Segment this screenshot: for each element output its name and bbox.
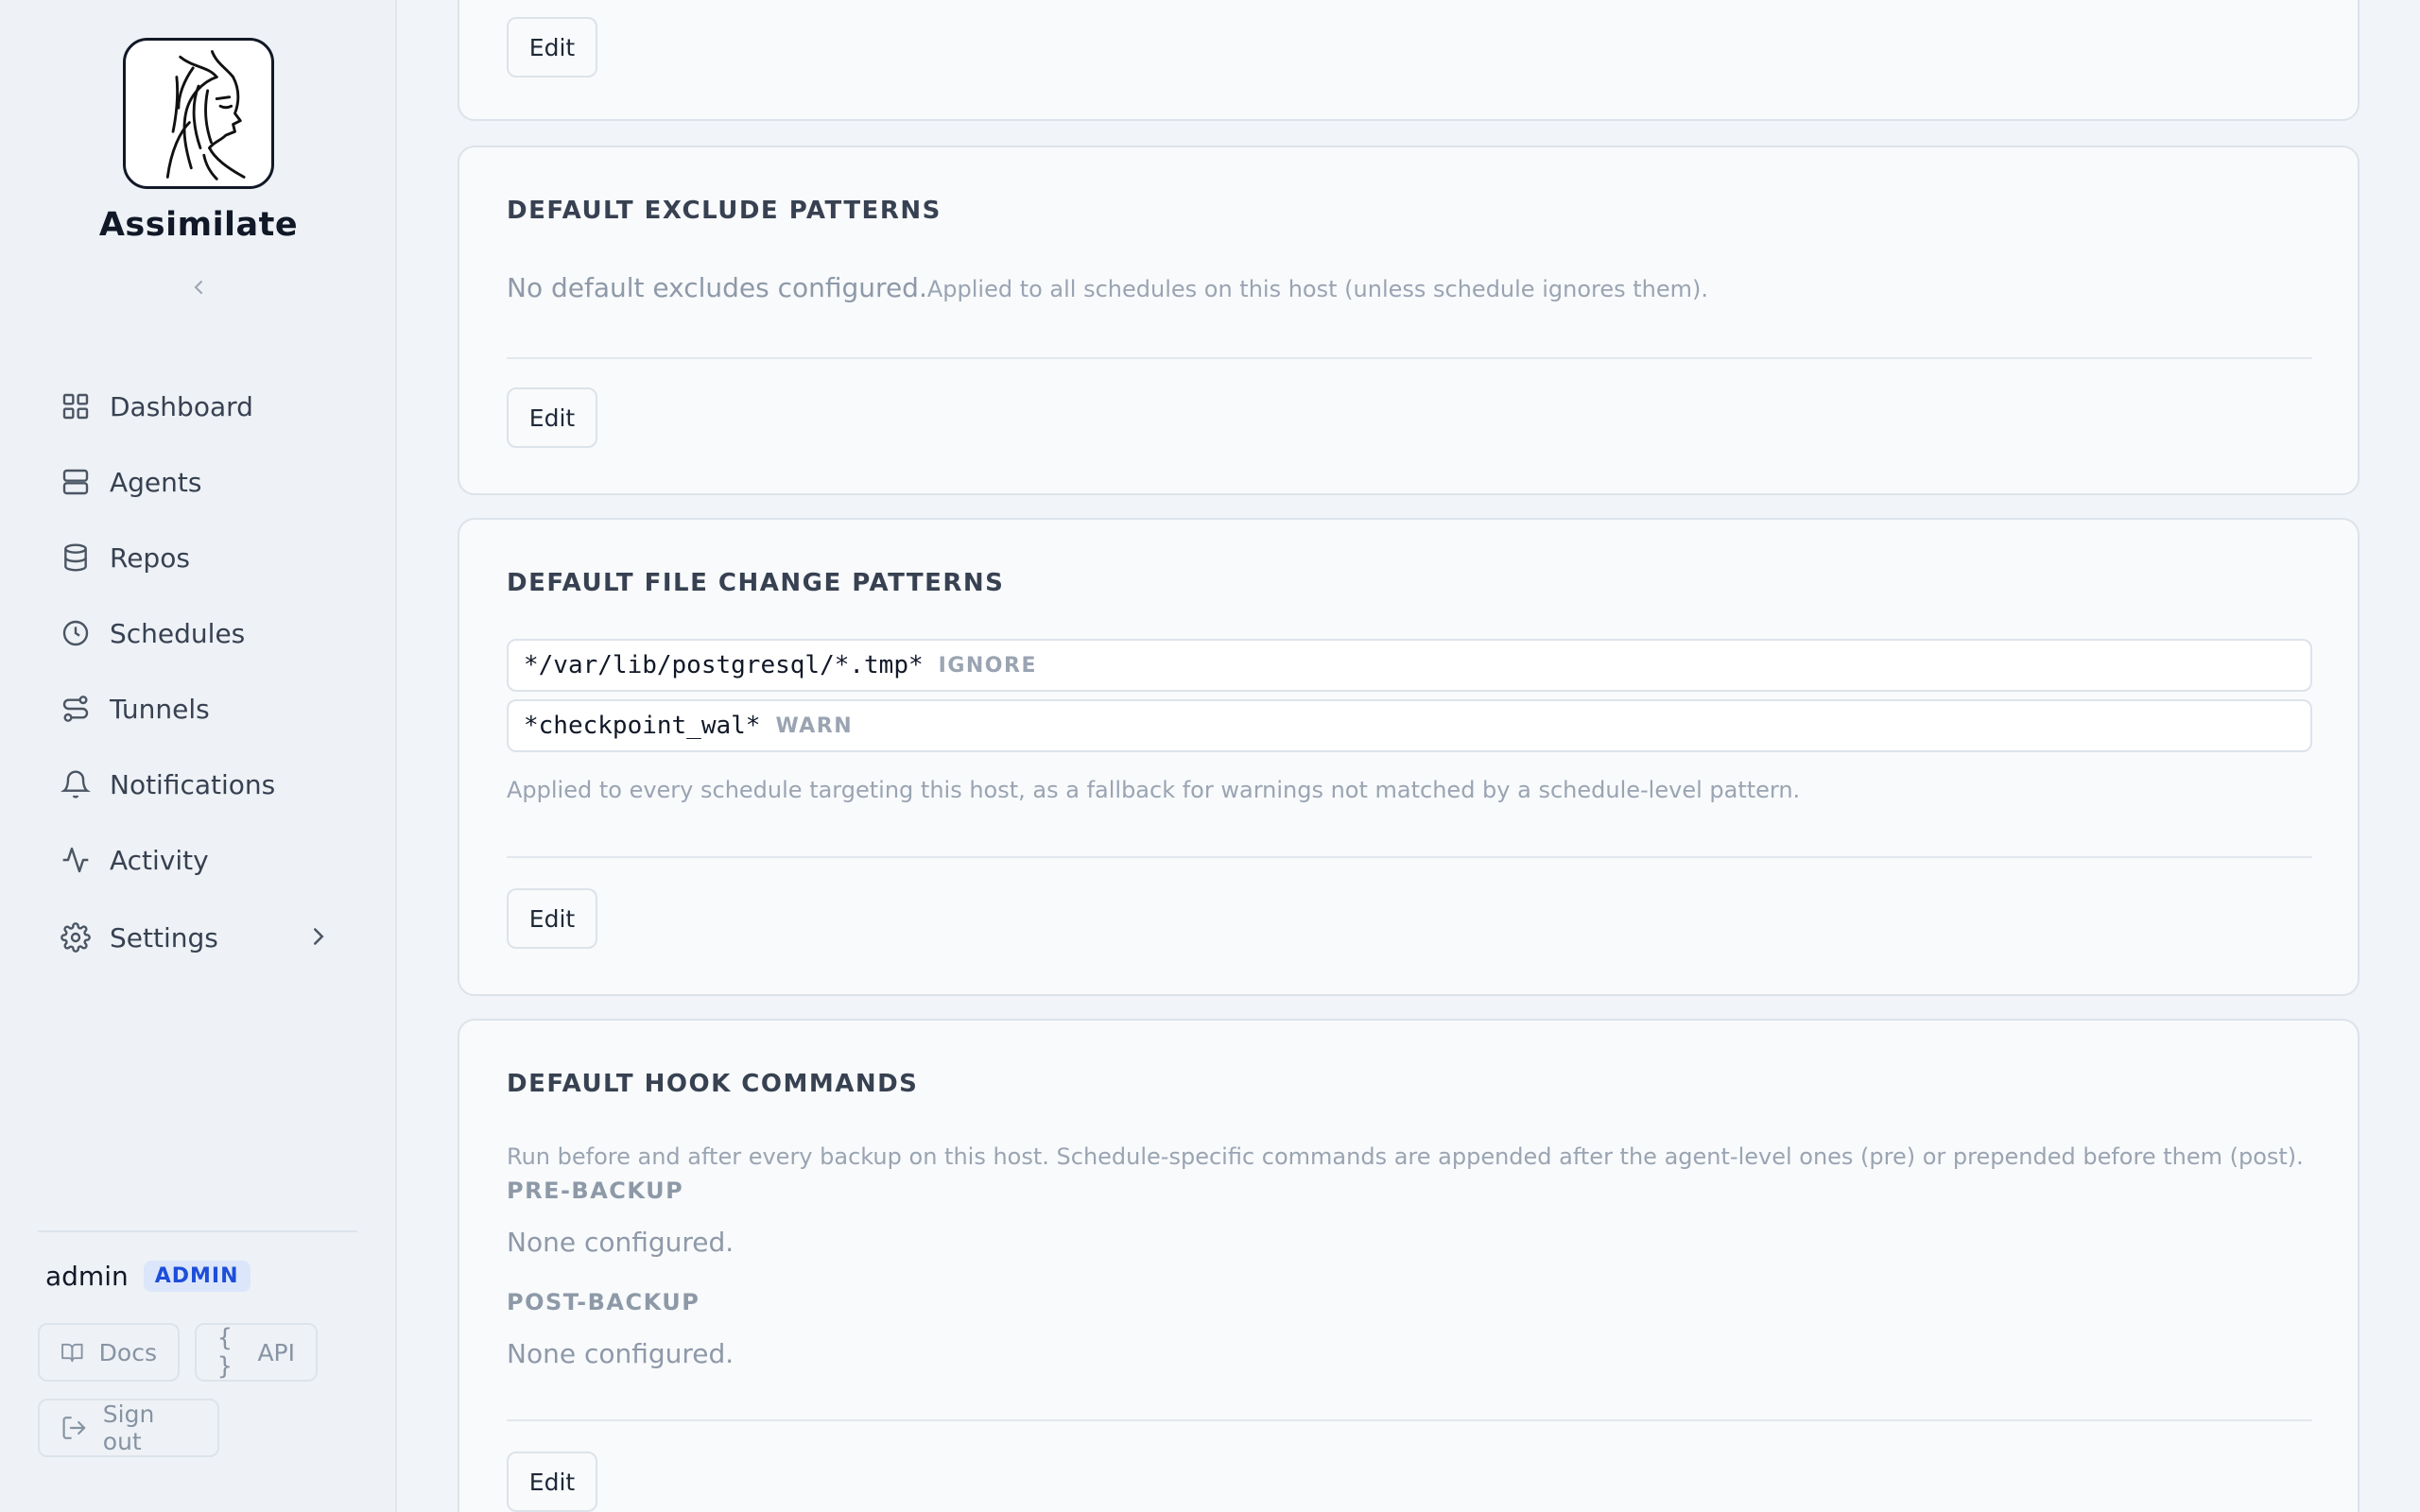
card-title: DEFAULT FILE CHANGE PATTERNS bbox=[507, 569, 1005, 597]
pre-backup-label: PRE-BACKUP bbox=[507, 1177, 684, 1204]
card-divider bbox=[507, 357, 2312, 359]
sidebar-item-label: Schedules bbox=[110, 617, 246, 649]
user-info: admin ADMIN bbox=[45, 1261, 251, 1292]
book-icon bbox=[61, 1343, 83, 1363]
post-backup-label: POST-BACKUP bbox=[507, 1289, 700, 1315]
default-file-change-patterns-card: DEFAULT FILE CHANGE PATTERNS */var/lib/p… bbox=[458, 518, 2360, 996]
clock-icon bbox=[59, 616, 93, 650]
docs-label: Docs bbox=[98, 1338, 157, 1366]
edit-exclude-patterns-button[interactable]: Edit bbox=[507, 387, 597, 448]
pattern-glob: */var/lib/postgresql/*.tmp* bbox=[524, 651, 924, 679]
pattern-row: *checkpoint_wal* WARN bbox=[507, 699, 2312, 752]
role-badge: ADMIN bbox=[143, 1261, 251, 1292]
card-divider bbox=[507, 1419, 2312, 1421]
route-icon bbox=[59, 692, 93, 726]
sidebar-divider bbox=[38, 1230, 357, 1232]
card-title: DEFAULT HOOK COMMANDS bbox=[507, 1070, 919, 1098]
sidebar-item-notifications[interactable]: Notifications bbox=[38, 754, 350, 815]
help-text: Applied to every schedule targeting this… bbox=[507, 777, 1801, 803]
database-icon bbox=[59, 541, 93, 575]
default-hook-commands-card: DEFAULT HOOK COMMANDS Run before and aft… bbox=[458, 1019, 2360, 1512]
pattern-action-badge: IGNORE bbox=[938, 653, 1037, 678]
app-name: Assimilate bbox=[98, 206, 299, 244]
pattern-glob: *checkpoint_wal* bbox=[524, 712, 761, 740]
docs-button[interactable]: Docs bbox=[38, 1323, 180, 1382]
default-exclude-patterns-card: DEFAULT EXCLUDE PATTERNS No default excl… bbox=[458, 146, 2360, 495]
api-button[interactable]: { } API bbox=[195, 1323, 318, 1382]
activity-icon bbox=[59, 843, 93, 877]
collapse-sidebar-button[interactable] bbox=[183, 272, 214, 302]
exclude-status: No default excludes configured.Applied t… bbox=[507, 272, 1708, 303]
grid-icon bbox=[59, 389, 93, 423]
sidebar-item-label: Dashboard bbox=[110, 390, 253, 422]
sidebar-item-label: Tunnels bbox=[110, 693, 210, 725]
sidebar-item-label: Activity bbox=[110, 844, 209, 876]
sidebar-item-label: Agents bbox=[110, 466, 202, 498]
sidebar-item-repos[interactable]: Repos bbox=[38, 527, 350, 588]
pattern-row: */var/lib/postgresql/*.tmp* IGNORE bbox=[507, 639, 2312, 692]
sidebar-item-tunnels[interactable]: Tunnels bbox=[38, 679, 350, 739]
pre-backup-value: None configured. bbox=[507, 1227, 735, 1258]
edit-hook-commands-button[interactable]: Edit bbox=[507, 1452, 597, 1512]
sidebar-item-agents[interactable]: Agents bbox=[38, 452, 350, 512]
user-name: admin bbox=[45, 1261, 129, 1292]
log-out-icon bbox=[62, 1417, 86, 1439]
pattern-action-badge: WARN bbox=[775, 713, 854, 738]
post-backup-value: None configured. bbox=[507, 1338, 735, 1369]
sidebar-item-schedules[interactable]: Schedules bbox=[38, 603, 350, 663]
cyborg-logo-icon bbox=[165, 50, 246, 180]
main-content: Edit DEFAULT EXCLUDE PATTERNS No default… bbox=[397, 0, 2420, 1512]
bell-icon bbox=[59, 767, 93, 801]
sidebar-item-settings[interactable]: Settings bbox=[38, 907, 350, 968]
help-text: Run before and after every backup on thi… bbox=[507, 1143, 2304, 1170]
edit-file-change-patterns-button[interactable]: Edit bbox=[507, 888, 597, 949]
edit-button[interactable]: Edit bbox=[507, 17, 597, 77]
sidebar-nav: Dashboard Agents Repos Schedules Tunnels bbox=[38, 376, 350, 983]
sidebar-item-label: Settings bbox=[110, 921, 218, 954]
sign-out-label: Sign out bbox=[102, 1400, 155, 1455]
sidebar-item-dashboard[interactable]: Dashboard bbox=[38, 376, 350, 437]
chevron-right-icon bbox=[314, 928, 324, 945]
sidebar-item-activity[interactable]: Activity bbox=[38, 830, 350, 890]
card-title: DEFAULT EXCLUDE PATTERNS bbox=[507, 197, 942, 225]
server-icon bbox=[59, 465, 93, 499]
empty-state-text: No default excludes configured. bbox=[507, 272, 927, 303]
sidebar-item-label: Notifications bbox=[110, 768, 276, 800]
sign-out-button[interactable]: Sign out bbox=[38, 1399, 219, 1457]
card-divider bbox=[507, 856, 2312, 858]
chevron-left-icon bbox=[194, 281, 202, 294]
app-logo[interactable] bbox=[123, 38, 274, 189]
gear-icon bbox=[59, 920, 93, 954]
previous-settings-card: Edit bbox=[458, 0, 2360, 121]
braces-icon: { } bbox=[217, 1324, 233, 1381]
sidebar: Assimilate Dashboard Agents Repos Schedu… bbox=[0, 0, 397, 1512]
api-label: API bbox=[257, 1338, 295, 1366]
help-text: Applied to all schedules on this host (u… bbox=[926, 276, 1708, 302]
sidebar-item-label: Repos bbox=[110, 541, 190, 574]
